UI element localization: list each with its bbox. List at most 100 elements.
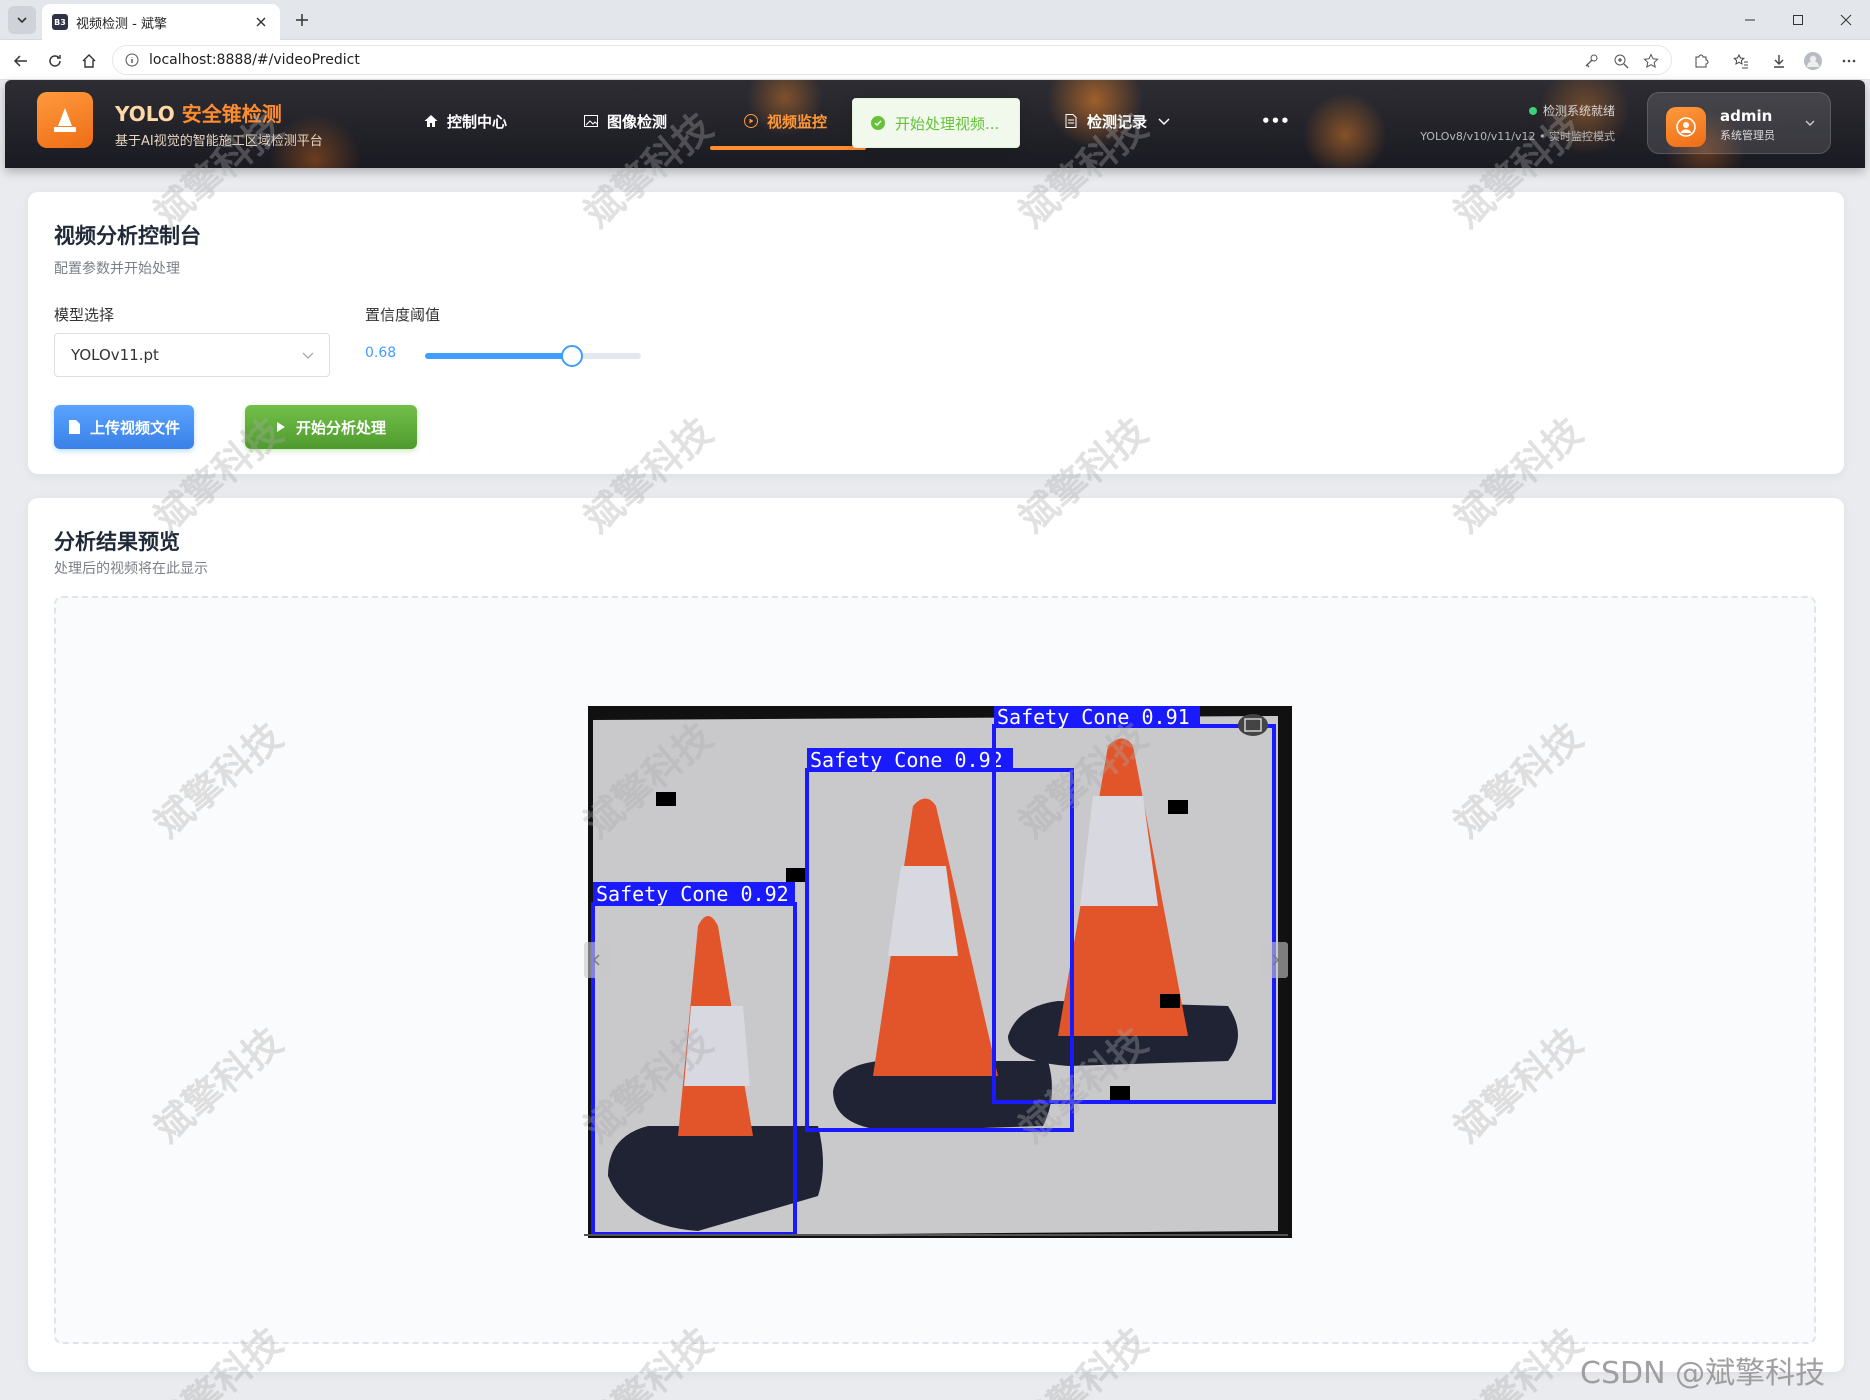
tab-list-button[interactable] [8,6,36,34]
detection-label-2: Safety Cone 0.92 [810,748,1003,772]
system-status: 检测系统就绪 [1528,102,1615,119]
browser-tab-strip: B3 视频检测 - 斌擎 [0,0,1870,40]
tab-title: 视频检测 - 斌擎 [76,16,167,32]
app-root: B3 视频检测 - 斌擎 localhost:8888/#/videoPredi… [0,0,1870,1400]
start-analysis-button[interactable]: 开始分析处理 [245,405,417,449]
nav-video-label: 视频监控 [767,112,828,131]
image-icon [584,115,598,127]
nav-home[interactable]: 控制中心 [423,106,507,136]
status-dot [1528,106,1537,115]
upload-video-button[interactable]: 上传视频文件 [54,405,194,449]
video-bottom-line [584,1234,1288,1236]
extensions-button[interactable] [1688,48,1714,74]
detection-label-3: Safety Cone 0.91 [997,706,1190,729]
result-subtitle: 处理后的视频将在此显示 [54,561,208,577]
zoom-icon[interactable] [1613,53,1629,69]
logo[interactable] [37,92,93,148]
home-icon [82,54,96,68]
minimize-button[interactable] [1726,0,1774,40]
brand-highlight: 安全锥检测 [181,102,282,126]
nav-home-label: 控制中心 [447,112,508,131]
downloads-button[interactable] [1766,48,1792,74]
close-icon [1840,14,1852,26]
success-icon [871,116,885,130]
browser-menu-button[interactable] [1836,48,1862,74]
maximize-icon [1793,15,1803,25]
toast-text: 开始处理视频... [895,114,1000,133]
next-frame-button[interactable] [1262,942,1288,978]
model-select[interactable]: YOLOv11.pt [54,333,330,377]
favicon: B3 [52,14,68,30]
puzzle-icon [1695,54,1709,68]
confidence-label: 置信度阈值 [365,306,441,324]
chevron-right-icon [1272,954,1279,966]
back-button[interactable] [8,48,34,74]
video-frame: Safety Cone 0.92 Safety Cone 0.92 Safety… [588,706,1292,1238]
status-text: 检测系统就绪 [1542,104,1615,118]
chevron-down-icon [17,17,27,24]
prev-frame-button[interactable] [584,942,610,978]
star-icon[interactable] [1643,53,1659,69]
address-bar-row: localhost:8888/#/videoPredict [0,40,1870,80]
close-tab-button[interactable] [252,13,270,31]
upload-label: 上传视频文件 [89,418,180,437]
minimize-icon [1745,19,1755,21]
reload-icon [49,55,61,67]
plus-icon [296,14,308,26]
favorites-button[interactable] [1728,48,1754,74]
brand-title: YOLO 安全锥检测 [115,98,282,127]
play-circle-icon [744,114,758,128]
user-icon [1676,117,1696,137]
browser-tab[interactable]: B3 视频检测 - 斌擎 [42,4,280,40]
nav-image-label: 图像检测 [607,112,668,131]
url-text: localhost:8888/#/videoPredict [149,52,360,68]
more-icon [1842,59,1856,63]
back-arrow-icon [13,55,27,67]
chevron-left-icon [593,954,600,966]
chevron-down-icon [1158,118,1170,126]
cone-icon [54,108,76,132]
play-icon [276,422,285,432]
video-player[interactable]: Safety Cone 0.92 Safety Cone 0.92 Safety… [588,706,1292,1238]
chevron-down-icon [302,352,314,359]
user-name: admin [1720,107,1773,125]
active-nav-indicator [710,146,866,150]
model-label: 模型选择 [54,306,115,324]
user-menu[interactable]: admin 系统管理员 [1647,92,1831,154]
nav-image-detect[interactable]: 图像检测 [583,106,667,136]
maximize-button[interactable] [1774,0,1822,40]
control-title: 视频分析控制台 [54,224,201,248]
toast-message: 开始处理视频... [852,98,1020,148]
csdn-watermark: CSDN @斌擎科技 [1580,1356,1826,1391]
nav-records[interactable]: 检测记录 [1063,106,1179,136]
control-subtitle: 配置参数并开始处理 [54,261,180,277]
profile-button[interactable] [1800,48,1826,74]
download-icon [1774,55,1784,68]
detection-label-1: Safety Cone 0.92 [596,882,789,906]
brand-prefix: YOLO [115,102,182,126]
chevron-down-icon [1805,120,1815,126]
close-icon [256,17,266,27]
profile-icon [1804,52,1822,70]
slider-handle[interactable] [561,345,583,367]
reload-button[interactable] [42,48,68,74]
avatar [1666,107,1706,147]
home-button[interactable] [76,48,102,74]
fullscreen-icon[interactable] [1238,714,1268,736]
brand-subtitle: 基于AI视觉的智能施工区域检测平台 [115,134,323,149]
close-window-button[interactable] [1822,0,1870,40]
window-controls [1726,0,1870,40]
new-tab-button[interactable] [290,8,314,32]
key-icon[interactable] [1583,53,1599,69]
home-icon [424,115,438,127]
url-field[interactable]: localhost:8888/#/videoPredict [112,45,1672,75]
user-role: 系统管理员 [1720,129,1775,142]
file-icon [68,420,80,434]
confidence-value: 0.68 [365,345,397,361]
model-select-value: YOLOv11.pt [71,346,159,364]
nav-more[interactable]: ••• [1261,106,1290,136]
document-icon [1065,114,1077,128]
slider-fill [425,353,572,359]
nav-video-monitor[interactable]: 视频监控 [743,106,827,136]
confidence-slider[interactable] [425,345,641,367]
